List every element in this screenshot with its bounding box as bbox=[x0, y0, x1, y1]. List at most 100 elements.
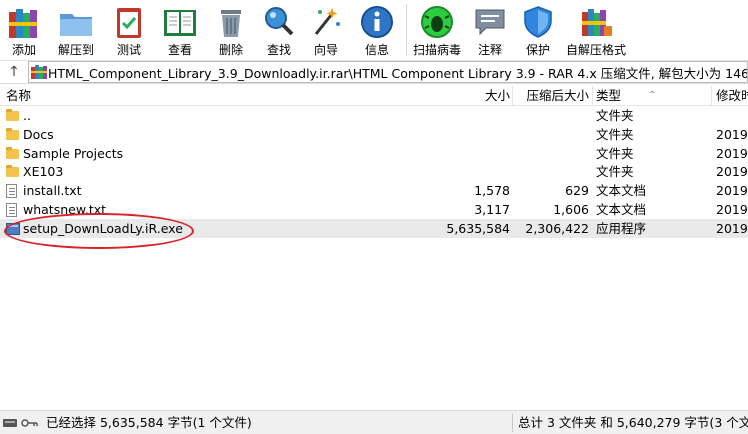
column-packed-size[interactable]: 压缩后大小 bbox=[515, 86, 589, 106]
file-modified bbox=[716, 106, 748, 125]
view-label: 查看 bbox=[167, 43, 192, 57]
protect-button[interactable]: 保护 bbox=[515, 0, 561, 60]
file-name: XE103 bbox=[23, 164, 64, 179]
file-type: 文件夹 bbox=[596, 127, 634, 142]
archive-path: HTML_Component_Library_3.9_Downloadly.ir… bbox=[48, 65, 748, 81]
virus-scan-button[interactable]: 扫描病毒 bbox=[409, 0, 465, 60]
info-button[interactable]: 信息 bbox=[350, 0, 404, 60]
file-modified: 2019- bbox=[716, 202, 748, 217]
file-size: 3,117 bbox=[474, 202, 510, 217]
test-label: 测试 bbox=[116, 43, 141, 57]
text-file-icon bbox=[6, 202, 20, 217]
magic-wand-icon bbox=[308, 4, 344, 40]
file-row-sample-projects[interactable]: Sample Projects 文件夹 2019- bbox=[0, 144, 748, 163]
file-row-whatsnew-txt[interactable]: whatsnew.txt 3,117 1,606 文本文档 2019- bbox=[0, 200, 748, 219]
column-divider[interactable] bbox=[512, 86, 513, 106]
extract-to-label: 解压到 bbox=[57, 43, 94, 57]
extract-to-button[interactable]: 解压到 bbox=[48, 0, 104, 60]
status-separator bbox=[512, 414, 513, 432]
up-arrow-icon[interactable]: ↑ bbox=[0, 61, 28, 83]
file-modified: 2019- bbox=[716, 127, 748, 142]
toolbar: 添加 解压到 测试 查看 删除 查找 向导 信息 扫描病毒 注释 保护 自解压格… bbox=[0, 0, 748, 60]
exe-file-icon bbox=[6, 222, 20, 236]
comment-label: 注释 bbox=[477, 43, 502, 57]
column-divider[interactable] bbox=[711, 86, 712, 106]
info-label: 信息 bbox=[364, 43, 389, 57]
file-list: .. 文件夹 Docs 文件夹 2019- Sample Projects 文件… bbox=[0, 106, 748, 408]
wizard-label: 向导 bbox=[313, 43, 338, 57]
column-divider[interactable] bbox=[592, 86, 593, 106]
protect-label: 保护 bbox=[525, 43, 550, 57]
file-size bbox=[440, 106, 510, 125]
file-name: Sample Projects bbox=[23, 146, 124, 161]
add-label: 添加 bbox=[11, 43, 36, 57]
file-size bbox=[440, 125, 510, 144]
file-type: 应用程序 bbox=[596, 221, 647, 236]
file-name: install.txt bbox=[23, 183, 82, 198]
file-name: setup_DownLoadLy.iR.exe bbox=[23, 221, 183, 236]
file-row-install-txt[interactable]: install.txt 1,578 629 文本文档 2019- bbox=[0, 181, 748, 200]
trash-icon bbox=[213, 4, 249, 40]
delete-button[interactable]: 删除 bbox=[206, 0, 256, 60]
drive-key-icon bbox=[3, 417, 39, 429]
file-packed-size bbox=[515, 144, 589, 163]
file-row-xe103[interactable]: XE103 文件夹 2019- bbox=[0, 162, 748, 181]
file-name: .. bbox=[23, 108, 31, 123]
delete-label: 删除 bbox=[218, 43, 243, 57]
file-type: 文件夹 bbox=[596, 164, 634, 179]
sort-caret-icon: ⌃ bbox=[648, 90, 657, 101]
file-name: whatsnew.txt bbox=[23, 202, 107, 217]
rar-archive-icon bbox=[31, 65, 47, 79]
sfx-books-icon bbox=[578, 4, 614, 40]
sfx-button[interactable]: 自解压格式 bbox=[561, 0, 631, 60]
column-modified[interactable]: 修改时 bbox=[716, 86, 748, 106]
file-packed-size bbox=[515, 125, 589, 144]
column-type[interactable]: 类型 bbox=[596, 86, 621, 106]
file-size bbox=[440, 144, 510, 163]
file-packed-size: 629 bbox=[565, 183, 589, 198]
folder-icon bbox=[6, 108, 20, 123]
column-name[interactable]: 名称 bbox=[6, 86, 31, 106]
test-button[interactable]: 测试 bbox=[104, 0, 154, 60]
books-add-icon bbox=[6, 4, 42, 40]
toolbar-separator bbox=[406, 4, 407, 56]
file-packed-size bbox=[515, 162, 589, 181]
file-size: 5,635,584 bbox=[446, 221, 510, 236]
column-size[interactable]: 大小 bbox=[440, 86, 510, 106]
comment-button[interactable]: 注释 bbox=[465, 0, 515, 60]
file-modified: 2019- bbox=[716, 221, 748, 236]
file-modified: 2019- bbox=[716, 183, 748, 198]
file-size: 1,578 bbox=[474, 183, 510, 198]
address-bar: ↑ HTML_Component_Library_3.9_Downloadly.… bbox=[0, 60, 748, 84]
address-field[interactable]: HTML_Component_Library_3.9_Downloadly.ir… bbox=[28, 61, 748, 83]
shield-icon bbox=[520, 4, 556, 40]
find-label: 查找 bbox=[266, 43, 291, 57]
view-button[interactable]: 查看 bbox=[154, 0, 206, 60]
selection-status: 已经选择 5,635,584 字节(1 个文件) bbox=[46, 415, 252, 430]
sfx-label: 自解压格式 bbox=[565, 43, 626, 57]
file-row-parent[interactable]: .. 文件夹 bbox=[0, 106, 748, 125]
clipboard-check-icon bbox=[111, 4, 147, 40]
file-type: 文件夹 bbox=[596, 108, 634, 123]
file-type: 文件夹 bbox=[596, 146, 634, 161]
file-name: Docs bbox=[23, 127, 54, 142]
find-button[interactable]: 查找 bbox=[256, 0, 302, 60]
folder-icon bbox=[6, 164, 20, 179]
virus-scan-icon bbox=[419, 4, 455, 40]
file-row-setup-exe[interactable]: setup_DownLoadLy.iR.exe 5,635,584 2,306,… bbox=[0, 219, 748, 238]
wizard-button[interactable]: 向导 bbox=[302, 0, 350, 60]
file-type: 文本文档 bbox=[596, 183, 647, 198]
info-icon bbox=[359, 4, 395, 40]
folder-icon bbox=[6, 146, 20, 161]
folder-extract-icon bbox=[58, 4, 94, 40]
file-packed-size bbox=[515, 106, 589, 125]
add-button[interactable]: 添加 bbox=[0, 0, 48, 60]
folder-icon bbox=[6, 127, 20, 142]
file-modified: 2019- bbox=[716, 164, 748, 179]
file-type: 文本文档 bbox=[596, 202, 647, 217]
column-header: 名称 大小 压缩后大小 类型 ⌃ 修改时 bbox=[0, 86, 748, 106]
file-modified: 2019- bbox=[716, 146, 748, 161]
status-bar: 已经选择 5,635,584 字节(1 个文件) 总计 3 文件夹 和 5,64… bbox=[0, 410, 748, 434]
open-book-icon bbox=[162, 4, 198, 40]
file-row-docs[interactable]: Docs 文件夹 2019- bbox=[0, 125, 748, 144]
